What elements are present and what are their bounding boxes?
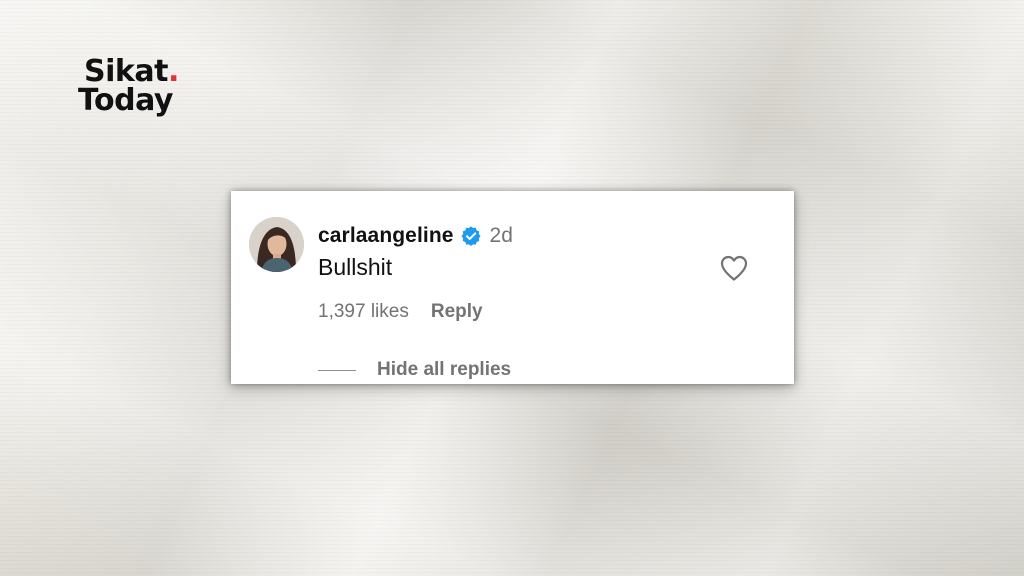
replies-divider-line (318, 369, 356, 371)
replies-toggle[interactable]: Hide all replies (318, 359, 511, 381)
logo-word-today: Today (78, 83, 173, 118)
verified-badge-icon (461, 226, 481, 246)
comment-header: carlaangeline 2d (318, 222, 513, 250)
like-button[interactable] (719, 254, 749, 282)
likes-count[interactable]: 1,397 likes (318, 301, 409, 323)
heart-outline-icon (720, 255, 748, 281)
username-link[interactable]: carlaangeline (318, 224, 454, 248)
reply-button[interactable]: Reply (431, 301, 483, 323)
comment-timestamp[interactable]: 2d (490, 224, 513, 248)
comment-card: carlaangeline 2d Bullshit 1,397 likes Re… (231, 191, 794, 384)
avatar-photo (249, 217, 304, 272)
sikat-today-logo: Sikat. Today (78, 57, 198, 116)
comment-text: Bullshit (318, 254, 393, 280)
hide-replies-button[interactable]: Hide all replies (377, 359, 511, 381)
comment-meta: 1,397 likes Reply (318, 301, 483, 323)
avatar[interactable] (249, 217, 304, 272)
